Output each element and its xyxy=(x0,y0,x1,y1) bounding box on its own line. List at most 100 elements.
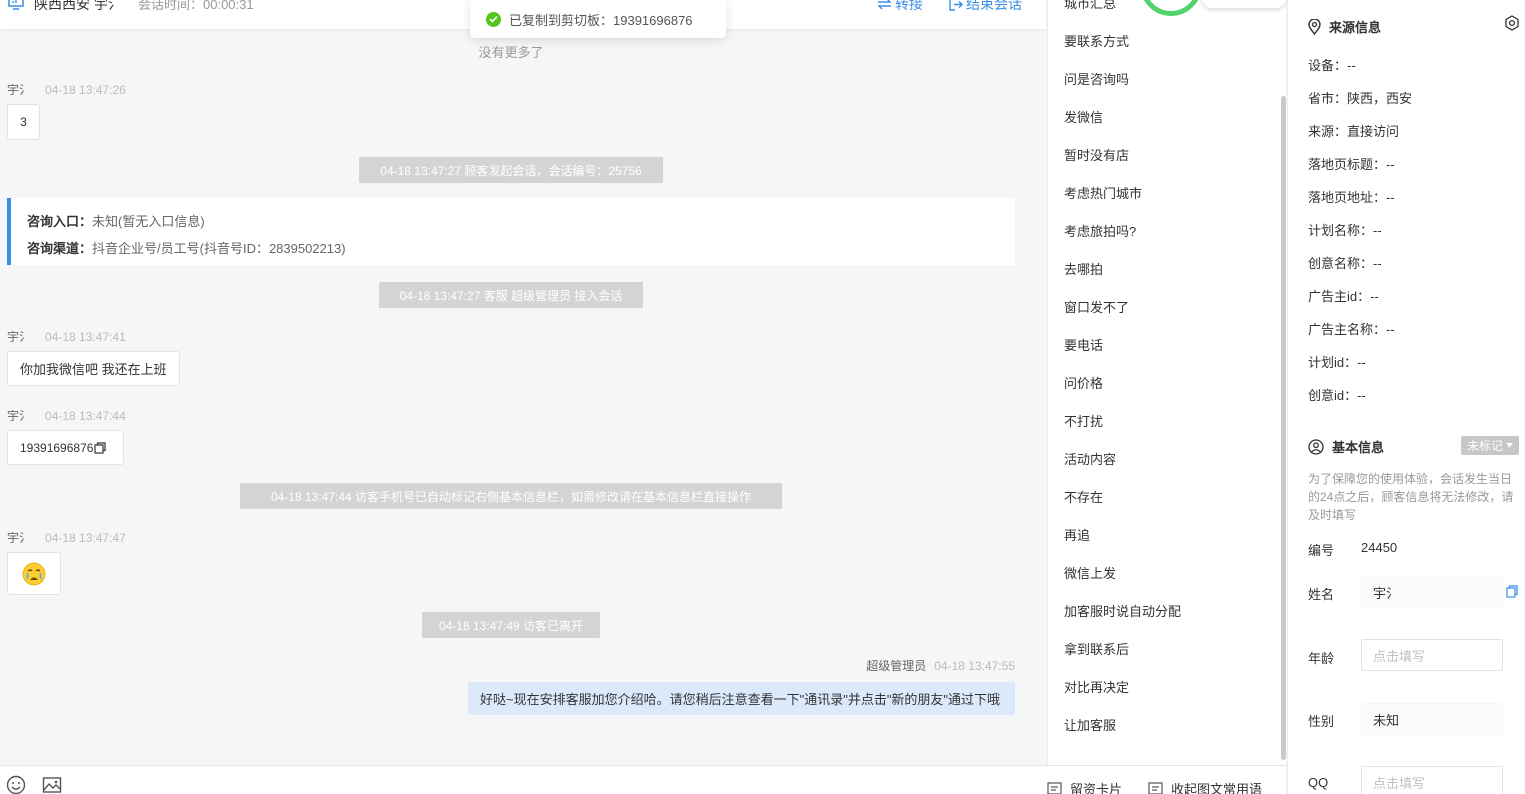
transfer-label: 转接 xyxy=(895,0,923,12)
status-ring-icon xyxy=(1140,0,1202,16)
system-message: 04-18 13:47:27 客服 超级管理员 接入会话 xyxy=(379,282,643,308)
consult-channel-value: 抖音企业号/员工号(抖音号ID：2839502213) xyxy=(92,241,346,256)
source-advertiser-name: 广告主名称：-- xyxy=(1308,322,1395,337)
source-plan-id: 计划id：-- xyxy=(1308,355,1366,370)
name-label: 姓名 xyxy=(1308,587,1335,602)
caret-down-icon xyxy=(1506,443,1513,448)
source-province-city: 省市：陕西，西安 xyxy=(1308,91,1413,106)
quick-reply-item[interactable]: 问是咨询吗 xyxy=(1064,69,1129,88)
sender-name: 宇氵 xyxy=(7,531,32,545)
quick-reply-item[interactable]: 微信上发 xyxy=(1064,563,1116,582)
agent-message-meta: 超级管理员 04-18 13:47:55 xyxy=(866,657,1015,674)
consult-channel-label: 咨询渠道： xyxy=(27,241,93,256)
end-session-button[interactable]: 结束会话 xyxy=(949,0,1022,14)
chat-panel: 陕西西安 宇氵 会话时间：00:00:31 转接 结束会话 已复制到剪切板：19… xyxy=(0,0,1046,794)
floating-widget xyxy=(1202,0,1286,8)
basic-info-title: 基本信息 xyxy=(1332,440,1385,455)
agent-name: 超级管理员 xyxy=(866,659,927,673)
quick-reply-item[interactable]: 再追 xyxy=(1064,525,1090,544)
consult-entry-label: 咨询入口： xyxy=(27,214,93,229)
message-meta: 宇氵 04-18 13:47:41 xyxy=(7,328,126,345)
session-timer: 会话时间：00:00:31 xyxy=(138,0,254,12)
quick-reply-item[interactable]: 加客服时说自动分配 xyxy=(1064,601,1181,620)
copy-name-icon[interactable] xyxy=(1506,585,1518,598)
quick-reply-item[interactable]: 不存在 xyxy=(1064,487,1103,506)
quick-reply-item[interactable]: 城市汇总 xyxy=(1064,0,1116,12)
phrases-icon xyxy=(1148,782,1163,794)
quick-reply-item[interactable]: 暂时没有店 xyxy=(1064,145,1129,164)
message-time: 04-18 13:47:41 xyxy=(45,330,126,344)
sender-name: 宇氵 xyxy=(7,83,32,97)
monitor-icon xyxy=(8,0,24,10)
basic-info-heading: 基本信息 xyxy=(1308,437,1384,456)
quick-reply-item[interactable]: 活动内容 xyxy=(1064,449,1116,468)
source-plan-name: 计划名称：-- xyxy=(1308,223,1382,238)
crying-emoji-icon xyxy=(22,562,46,585)
quick-reply-item[interactable]: 去哪拍 xyxy=(1064,259,1103,278)
consult-channel-row: 咨询渠道：抖音企业号/员工号(抖音号ID：2839502213) xyxy=(27,235,1015,262)
copy-toast: 已复制到剪切板：19391696876 xyxy=(470,0,726,38)
customer-id-value: 24450 xyxy=(1361,540,1398,555)
quick-reply-item[interactable]: 发微信 xyxy=(1064,107,1103,126)
exit-icon xyxy=(949,0,963,11)
system-message: 04-18 13:47:27 顾客发起会话，会话编号：25756 xyxy=(359,157,663,183)
basic-info-hint: 为了保障您的使用体验，会话发生当日的24点之后，顾客信息将无法修改，请及时填写 xyxy=(1308,472,1514,522)
emoji-icon[interactable] xyxy=(6,775,26,794)
sender-name: 宇氵 xyxy=(7,330,32,344)
customer-info-panel: 来源信息 设备：-- 省市：陕西，西安 来源：直接访问 落地页标题：-- 落地页… xyxy=(1287,0,1525,794)
gender-select[interactable]: 未知 xyxy=(1361,703,1503,735)
end-session-label: 结束会话 xyxy=(966,0,1022,12)
age-label: 年龄 xyxy=(1308,651,1335,666)
source-advertiser-id: 广告主id：-- xyxy=(1308,289,1379,304)
quick-reply-item[interactable]: 要联系方式 xyxy=(1064,31,1129,50)
system-message: 04-18 13:47:49 访客已离开 xyxy=(422,612,600,638)
message-meta: 宇氵 04-18 13:47:26 xyxy=(7,81,126,98)
quick-reply-scrollbar[interactable] xyxy=(1281,96,1286,760)
settings-gear-icon[interactable] xyxy=(1504,15,1520,31)
source-landing-title: 落地页标题：-- xyxy=(1308,157,1395,172)
name-field[interactable]: 宇氵 xyxy=(1361,576,1503,608)
quick-reply-item[interactable]: 不打扰 xyxy=(1064,411,1103,430)
visitor-message: 你加我微信吧 我还在上班 xyxy=(7,351,180,386)
agent-message: 好哒~现在安排客服加您介绍哈。请您稍后注意查看一下"通讯录"并点击"新的朋友"通… xyxy=(468,682,1015,715)
quick-reply-item[interactable]: 问价格 xyxy=(1064,373,1103,392)
visitor-message: 19391696876 xyxy=(7,430,124,465)
source-device: 设备：-- xyxy=(1308,58,1356,73)
source-info-heading: 来源信息 xyxy=(1308,17,1381,36)
copy-icon[interactable] xyxy=(94,441,107,454)
quick-reply-item[interactable]: 要电话 xyxy=(1064,335,1103,354)
card-icon xyxy=(1047,782,1062,794)
transfer-button[interactable]: 转接 xyxy=(877,0,923,14)
quick-reply-item[interactable]: 拿到联系后 xyxy=(1064,639,1129,658)
quick-reply-item[interactable]: 考虑旅拍吗? xyxy=(1064,221,1136,240)
toast-text: 已复制到剪切板：19391696876 xyxy=(509,12,693,28)
success-check-icon xyxy=(486,11,501,27)
chat-toolbar: 留资卡片 收起图文常用语 xyxy=(0,765,1286,794)
source-info-title: 来源信息 xyxy=(1329,20,1382,35)
message-time: 04-18 13:47:55 xyxy=(934,659,1015,673)
quick-reply-item[interactable]: 让加客服 xyxy=(1064,715,1116,734)
tag-dropdown[interactable]: 未标记 xyxy=(1461,436,1519,455)
tag-dropdown-label: 未标记 xyxy=(1466,439,1503,453)
sender-name: 宇氵 xyxy=(7,409,32,423)
lead-card-button[interactable]: 留资卡片 xyxy=(1047,779,1122,794)
source-origin: 来源：直接访问 xyxy=(1308,124,1400,139)
message-time: 04-18 13:47:44 xyxy=(45,409,126,423)
consult-info-card: 咨询入口：未知(暂无入口信息) 咨询渠道：抖音企业号/员工号(抖音号ID：283… xyxy=(7,198,1015,265)
source-creative-id: 创意id：-- xyxy=(1308,388,1366,403)
visitor-message xyxy=(7,552,61,595)
consult-entry-value: 未知(暂无入口信息) xyxy=(92,214,205,229)
quick-reply-item[interactable]: 窗口发不了 xyxy=(1064,297,1129,316)
age-input[interactable]: 点击填写 xyxy=(1361,639,1503,671)
message-time: 04-18 13:47:47 xyxy=(45,531,126,545)
collapse-common-phrases-button[interactable]: 收起图文常用语 xyxy=(1148,779,1262,794)
quick-reply-item[interactable]: 对比再决定 xyxy=(1064,677,1129,696)
qq-input[interactable]: 点击填写 xyxy=(1361,766,1503,794)
visitor-message: 3 xyxy=(7,104,40,140)
message-time: 04-18 13:47:26 xyxy=(45,83,126,97)
transfer-icon xyxy=(877,0,892,10)
quick-reply-item[interactable]: 考虑热门城市 xyxy=(1064,183,1142,202)
phone-number-text[interactable]: 19391696876 xyxy=(20,441,93,455)
message-meta: 宇氵 04-18 13:47:47 xyxy=(7,529,126,546)
image-icon[interactable] xyxy=(42,775,62,794)
